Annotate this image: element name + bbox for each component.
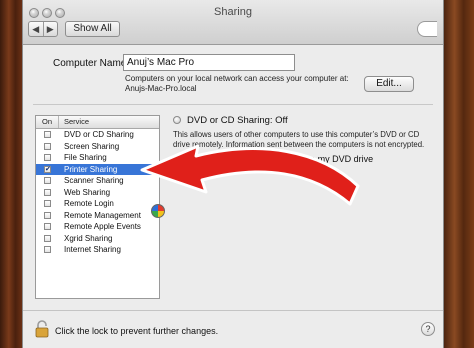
service-label: Remote Management: [64, 210, 141, 220]
lock-icon[interactable]: [35, 320, 49, 338]
service-row[interactable]: Remote Management: [36, 210, 159, 222]
service-checkbox[interactable]: [44, 211, 51, 219]
printer-ball-icon: [151, 204, 165, 218]
window-title: Sharing: [214, 6, 252, 18]
footer-divider: [23, 310, 443, 311]
lock-message: Click the lock to prevent further change…: [55, 326, 219, 336]
service-list-header: On Service: [36, 116, 159, 129]
status-text: DVD or CD Sharing: Off: [187, 115, 288, 126]
desktop-background-left: [0, 0, 22, 348]
section-divider: [33, 104, 433, 105]
column-separator: [58, 116, 59, 128]
service-label: Internet Sharing: [64, 245, 121, 254]
show-all-button[interactable]: Show All: [65, 21, 120, 37]
service-label: Scanner Sharing: [64, 176, 124, 185]
title-bar: Sharing ◀ ▶ Show All: [23, 0, 443, 45]
service-description: This allows users of other computers to …: [173, 130, 435, 150]
desktop-background-right: [444, 0, 474, 348]
service-checkbox[interactable]: [44, 246, 51, 253]
service-label: DVD or CD Sharing: [64, 130, 134, 139]
service-list: On Service DVD or CD Sharing Screen Shari…: [35, 115, 160, 299]
help-button[interactable]: ?: [421, 322, 435, 336]
service-checkbox[interactable]: [44, 131, 51, 138]
service-description-line-1: This allows users of other computers to …: [173, 130, 420, 139]
service-checkbox[interactable]: [44, 188, 51, 196]
service-label: Remote Login: [64, 199, 114, 208]
status-indicator-icon: [173, 116, 181, 124]
back-button[interactable]: ◀: [29, 22, 44, 36]
service-row[interactable]: DVD or CD Sharing: [36, 129, 159, 141]
service-row[interactable]: Web Sharing: [36, 187, 159, 199]
service-label: File Sharing: [64, 153, 107, 162]
ask-before-sharing-checkbox[interactable]: [173, 156, 181, 164]
service-checkbox[interactable]: [44, 223, 51, 230]
service-row[interactable]: Remote Login: [36, 198, 159, 210]
service-row[interactable]: Scanner Sharing: [36, 175, 159, 187]
service-row[interactable]: Xgrid Sharing: [36, 233, 159, 245]
sharing-window: Sharing ◀ ▶ Show All Computer Name: Anuj…: [22, 0, 444, 348]
service-row[interactable]: ✔ Printer Sharing: [36, 163, 159, 175]
service-row[interactable]: Internet Sharing: [36, 244, 159, 256]
service-label: Screen Sharing: [64, 141, 120, 151]
service-checkbox[interactable]: [44, 142, 51, 150]
service-label: Remote Apple Events: [64, 222, 141, 231]
computer-name-field[interactable]: Anuj’s Mac Pro: [123, 54, 295, 71]
computer-name-label: Computer Name:: [53, 58, 130, 69]
service-row[interactable]: Remote Apple Events: [36, 221, 159, 233]
service-row[interactable]: Screen Sharing: [36, 141, 159, 153]
network-access-text: Computers on your local network can acce…: [125, 74, 349, 83]
service-checkbox[interactable]: [44, 177, 51, 184]
service-label: Printer Sharing: [64, 164, 118, 174]
service-label: Xgrid Sharing: [64, 233, 113, 243]
local-hostname: Anujs-Mac-Pro.local: [125, 84, 197, 93]
on-column-header[interactable]: On: [42, 116, 52, 128]
service-checkbox[interactable]: ✔: [44, 165, 51, 173]
service-checkbox[interactable]: [44, 234, 51, 242]
search-field[interactable]: [417, 21, 437, 37]
ask-before-sharing-label: me before allowing others to use my DVD …: [185, 154, 374, 164]
service-checkbox[interactable]: [44, 154, 51, 161]
service-label: Web Sharing: [64, 187, 111, 197]
edit-button[interactable]: Edit...: [364, 76, 414, 92]
forward-button[interactable]: ▶: [44, 22, 58, 36]
computer-name-description: Computers on your local network can acce…: [125, 74, 365, 94]
service-checkbox[interactable]: [44, 200, 51, 207]
back-forward-buttons: ◀ ▶: [28, 21, 58, 37]
service-column-header[interactable]: Service: [64, 116, 89, 128]
service-row[interactable]: File Sharing: [36, 152, 159, 164]
service-description-line-2: drive remotely. Information sent between…: [173, 140, 425, 149]
